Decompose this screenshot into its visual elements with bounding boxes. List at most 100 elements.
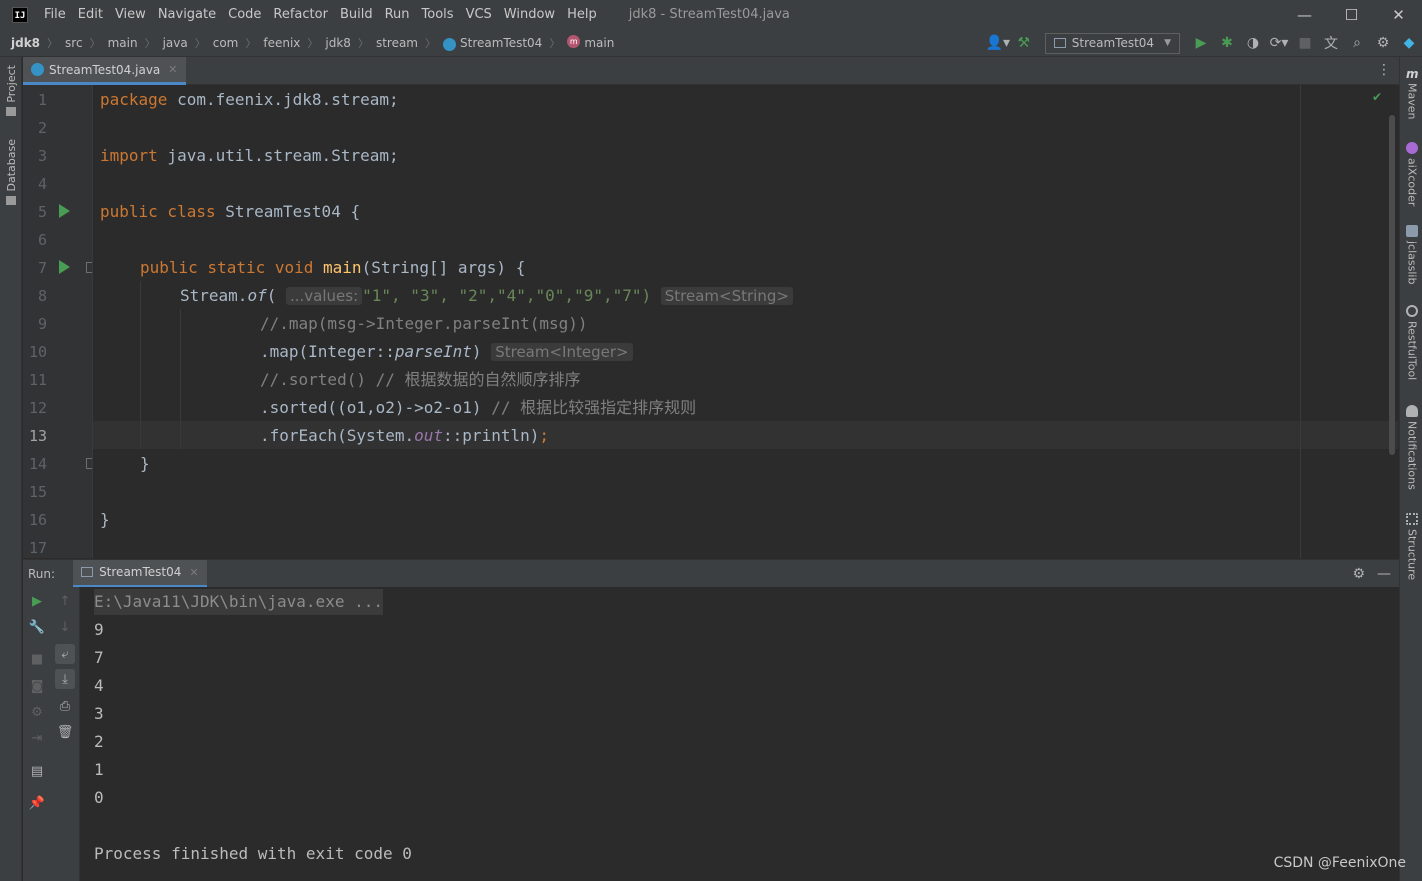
user-icon[interactable]: 👤▾ — [985, 29, 1011, 57]
breadcrumb-separator-icon: 〉 — [357, 36, 369, 50]
menu-vcs[interactable]: VCS — [466, 7, 492, 22]
breadcrumb-class[interactable]: StreamTest04 — [460, 36, 542, 50]
breadcrumb-stream[interactable]: stream — [376, 36, 418, 50]
breadcrumb-src[interactable]: src — [65, 36, 83, 50]
plugin-logo-icon[interactable]: ◆ — [1396, 29, 1422, 57]
rerun-icon[interactable]: ▶ — [27, 591, 47, 611]
minimize-panel-icon[interactable]: — — [1377, 566, 1391, 582]
line-number: 17 — [28, 539, 47, 557]
static-field: out — [414, 426, 444, 445]
editor-scrollbar[interactable] — [1389, 115, 1395, 455]
database-tab-label: Database — [4, 139, 18, 192]
window-title: jdk8 - StreamTest04.java — [628, 7, 790, 22]
console-output-line: 1 — [94, 760, 104, 779]
arrow-up-icon[interactable]: ↑ — [55, 591, 75, 611]
run-main-gutter-icon[interactable] — [59, 260, 70, 274]
soft-wrap-icon[interactable]: ⤶ — [55, 644, 75, 664]
close-icon[interactable]: ✕ — [168, 63, 177, 76]
code-line-11: //.sorted() // 根据数据的自然顺序排序 — [260, 370, 581, 389]
close-icon[interactable]: ✕ — [189, 566, 198, 579]
indent-guide — [180, 309, 181, 449]
breadcrumb-project[interactable]: jdk8 — [11, 36, 40, 50]
breadcrumb-feenix[interactable]: feenix — [263, 36, 300, 50]
coverage-icon[interactable]: ◑ — [1240, 29, 1266, 57]
breadcrumb-com[interactable]: com — [213, 36, 239, 50]
code-token: .forEach(System. — [260, 426, 415, 445]
menu-run[interactable]: Run — [385, 7, 410, 22]
menu-view[interactable]: View — [115, 7, 146, 22]
indent-guide — [140, 281, 141, 449]
run-tab-streamtest04[interactable]: StreamTest04 ✕ — [73, 559, 207, 588]
run-class-gutter-icon[interactable] — [59, 204, 70, 218]
run-toolbar-primary: ▶ 🔧 ■ ◙ ⚙ ⇥ ▤ 📌 — [23, 587, 51, 881]
jclasslib-tool-tab[interactable]: jclasslib — [1403, 225, 1421, 284]
arrow-down-icon[interactable]: ↓ — [55, 617, 75, 637]
line-number: 8 — [37, 287, 47, 305]
menu-edit[interactable]: Edit — [78, 7, 103, 22]
menu-build[interactable]: Build — [340, 7, 373, 22]
translate-icon[interactable]: 文 — [1318, 29, 1344, 57]
line-number: 1 — [37, 91, 47, 109]
project-tool-tab[interactable]: Project — [2, 65, 20, 116]
aixcoder-tool-tab[interactable]: aiXcoder — [1403, 142, 1421, 206]
menu-refactor[interactable]: Refactor — [273, 7, 328, 22]
wrench-icon[interactable]: 🔧 — [27, 617, 47, 637]
restfultool-tool-tab[interactable]: RestfulTool — [1403, 305, 1421, 380]
minimize-button[interactable]: — — [1281, 0, 1328, 29]
search-icon[interactable]: ⌕ — [1344, 29, 1370, 57]
fold-icon[interactable] — [86, 458, 92, 469]
menu-bar: IJ File Edit View Navigate Code Refactor… — [0, 0, 1422, 29]
line-number: 5 — [37, 203, 47, 221]
structure-tool-tab[interactable]: Structure — [1403, 513, 1421, 580]
settings-gear-icon[interactable]: ⚙ — [27, 702, 47, 722]
settings-gear-icon[interactable]: ⚙ — [1370, 29, 1396, 57]
menu-tools[interactable]: Tools — [422, 7, 454, 22]
menu-window[interactable]: Window — [504, 7, 555, 22]
run-configuration-selector[interactable]: StreamTest04 ▼ — [1044, 32, 1180, 54]
debug-bug-icon[interactable]: ✱ — [1214, 29, 1240, 57]
menu-file[interactable]: File — [44, 7, 66, 22]
intellij-logo-icon[interactable]: IJ — [12, 6, 28, 23]
layout-icon[interactable]: ▤ — [27, 761, 47, 781]
code-editor[interactable]: ✔ package com.feenix.jdk8.stream; import… — [93, 85, 1398, 558]
camera-icon[interactable]: ◙ — [27, 676, 47, 696]
scroll-to-end-icon[interactable]: ⤓ — [55, 669, 75, 689]
notifications-tab-label: Notifications — [1405, 421, 1419, 490]
maven-tool-tab[interactable]: m Maven — [1403, 67, 1421, 119]
line-number: 3 — [37, 147, 47, 165]
run-icon[interactable]: ▶ — [1188, 29, 1214, 57]
type-hint: Stream<String> — [660, 287, 793, 305]
breadcrumb-method[interactable]: main — [584, 36, 614, 50]
console-output-line: 3 — [94, 704, 104, 723]
stop-icon[interactable]: ■ — [1292, 29, 1318, 57]
close-window-button[interactable]: ✕ — [1375, 0, 1422, 29]
console-output[interactable]: E:\Java11\JDK\bin\java.exe ... 9 7 4 3 2… — [80, 587, 1399, 881]
menu-help[interactable]: Help — [567, 7, 597, 22]
profile-icon[interactable]: ⟳▾ — [1266, 29, 1292, 57]
navigation-bar: jdk8 〉 src 〉 main 〉 java 〉 com 〉 feenix … — [0, 29, 1422, 57]
keyword: package — [100, 90, 168, 109]
breadcrumb-jdk8[interactable]: jdk8 — [325, 36, 351, 50]
stop-icon[interactable]: ■ — [27, 649, 47, 669]
no-problems-check-icon[interactable]: ✔ — [1372, 90, 1382, 104]
menu-navigate[interactable]: Navigate — [158, 7, 216, 22]
fold-icon[interactable] — [86, 262, 92, 273]
folder-icon — [6, 106, 16, 116]
breadcrumb-java[interactable]: java — [163, 36, 188, 50]
left-tool-stripe: Project Database — [0, 57, 22, 881]
pin-icon[interactable]: 📌 — [27, 793, 47, 813]
menu-code[interactable]: Code — [228, 7, 261, 22]
build-hammer-icon[interactable]: ⚒ — [1011, 29, 1037, 57]
database-tool-tab[interactable]: Database — [2, 139, 20, 205]
breadcrumb-main[interactable]: main — [108, 36, 138, 50]
more-vertical-icon[interactable]: ⋮ — [1377, 62, 1391, 78]
settings-gear-icon[interactable]: ⚙ — [1352, 566, 1365, 582]
exit-icon[interactable]: ⇥ — [27, 728, 47, 748]
print-icon[interactable]: ⎙ — [55, 696, 75, 716]
editor-tab-streamtest04[interactable]: StreamTest04.java ✕ — [23, 57, 186, 85]
code-line-5: public class StreamTest04 { — [100, 198, 360, 226]
method-params: (String[] args) { — [361, 258, 526, 277]
maximize-button[interactable]: ☐ — [1328, 0, 1375, 29]
notifications-tool-tab[interactable]: Notifications — [1403, 405, 1421, 490]
trash-icon[interactable]: 🗑 — [55, 722, 75, 742]
